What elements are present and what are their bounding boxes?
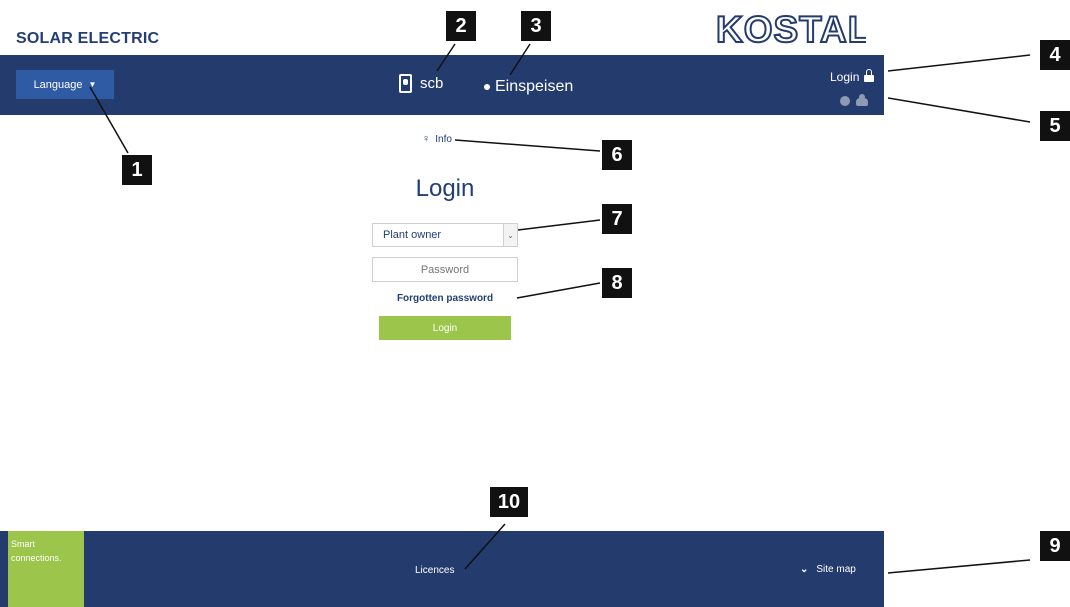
callout-line-9 [887,559,1031,574]
callout-5: 5 [1040,111,1070,141]
callout-line-6 [454,139,601,152]
callout-2: 2 [446,11,476,41]
callout-line-5 [887,97,1031,123]
callout-7: 7 [602,204,632,234]
callout-6: 6 [602,140,632,170]
callout-line-8 [516,282,601,299]
callout-line-10 [464,523,506,570]
callout-line-4 [887,54,1031,72]
callout-10: 10 [490,487,528,517]
callout-3: 3 [521,11,551,41]
callout-line-1 [89,86,129,154]
callout-1: 1 [122,155,152,185]
callout-line-2 [436,43,456,72]
callout-8: 8 [602,268,632,298]
callout-4: 4 [1040,40,1070,70]
callout-lines [89,43,1031,574]
callout-9: 9 [1040,531,1070,561]
callout-line-7 [517,219,601,231]
callout-line-3 [509,43,531,76]
